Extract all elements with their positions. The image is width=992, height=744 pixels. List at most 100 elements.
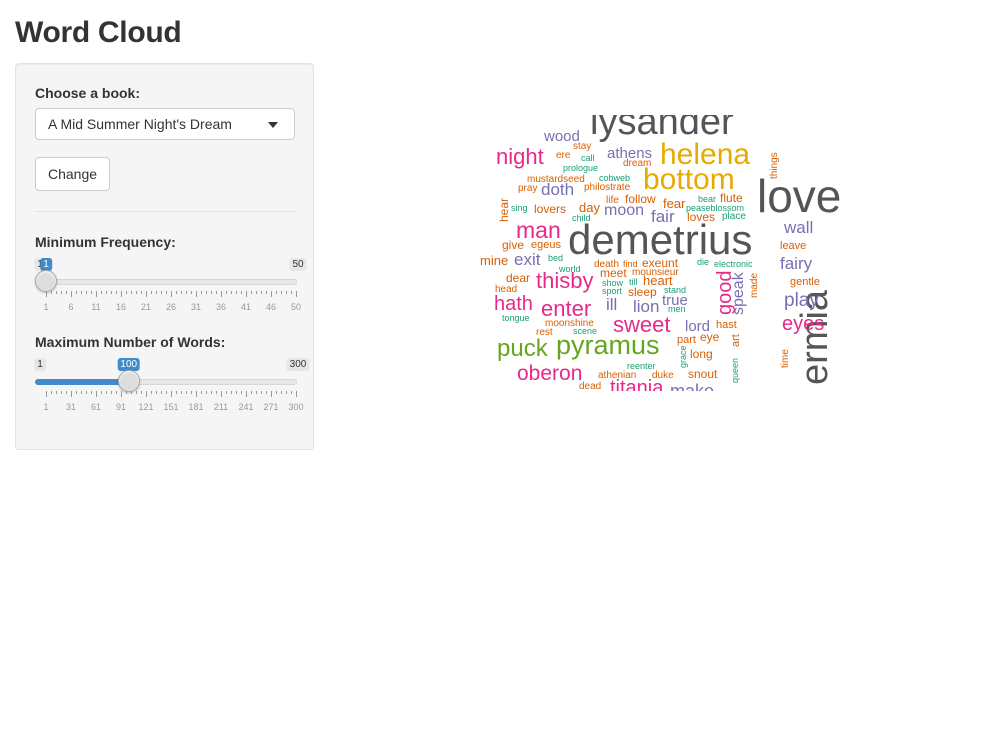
slider-min-bubble: 1 bbox=[34, 358, 46, 371]
slider-tick bbox=[161, 291, 162, 294]
slider-tick bbox=[166, 291, 167, 294]
slider-tick bbox=[71, 291, 72, 297]
slider-tick bbox=[51, 291, 52, 294]
word-cloud-word: gentle bbox=[790, 276, 820, 288]
slider-handle[interactable] bbox=[117, 370, 140, 392]
word-cloud-word: eyes bbox=[782, 313, 825, 335]
slider-tick bbox=[91, 391, 92, 394]
book-select-label: Choose a book: bbox=[35, 85, 141, 101]
word-cloud-word: titania bbox=[610, 377, 664, 391]
word-cloud-word: made bbox=[749, 272, 760, 298]
word-cloud-word: mine bbox=[480, 253, 509, 268]
word-cloud-word: tongue bbox=[502, 313, 530, 323]
slider-tick bbox=[176, 291, 177, 294]
slider-tick bbox=[181, 391, 182, 394]
min-frequency-label: Minimum Frequency: bbox=[35, 234, 176, 250]
slider-tick bbox=[276, 291, 277, 294]
slider-tick bbox=[261, 391, 262, 394]
slider-tick bbox=[76, 391, 77, 394]
word-cloud-word: hear bbox=[497, 197, 511, 222]
slider-tick bbox=[46, 391, 47, 397]
slider-tick bbox=[216, 391, 217, 394]
slider-tick bbox=[261, 291, 262, 294]
word-cloud-word: enter bbox=[541, 296, 592, 321]
slider-tick bbox=[236, 291, 237, 294]
slider-tick bbox=[226, 391, 227, 394]
slider-tick bbox=[171, 391, 172, 397]
slider-tick bbox=[191, 291, 192, 294]
slider-tick bbox=[221, 391, 222, 397]
slider-tick-label: 41 bbox=[240, 302, 252, 312]
slider-tick bbox=[91, 291, 92, 294]
slider-tick bbox=[206, 291, 207, 294]
word-cloud-word: ill bbox=[606, 295, 618, 314]
slider-tick-label: 241 bbox=[238, 402, 254, 412]
slider-tick-label: 181 bbox=[188, 402, 204, 412]
slider-tick bbox=[136, 291, 137, 294]
word-cloud-word: exit bbox=[514, 250, 541, 269]
slider-tick bbox=[286, 291, 287, 294]
slider-tick bbox=[86, 291, 87, 294]
slider-tick-label: 151 bbox=[163, 402, 179, 412]
slider-tick-label: 300 bbox=[288, 402, 304, 412]
slider-tick bbox=[96, 391, 97, 397]
divider bbox=[35, 211, 295, 212]
slider-tick bbox=[171, 291, 172, 297]
slider-handle[interactable] bbox=[35, 270, 57, 292]
slider-tick bbox=[81, 391, 82, 394]
slider-tick bbox=[61, 291, 62, 294]
slider-tick-label: 31 bbox=[65, 402, 77, 412]
slider-tick bbox=[226, 291, 227, 294]
slider-tick-label: 91 bbox=[115, 402, 127, 412]
slider-tick bbox=[271, 291, 272, 297]
min-frequency-slider[interactable]: 150116111621263136414650 bbox=[34, 258, 307, 318]
slider-tick bbox=[166, 391, 167, 394]
slider-tick bbox=[146, 291, 147, 297]
slider-tick bbox=[46, 291, 47, 297]
slider-tick bbox=[186, 291, 187, 294]
slider-tick bbox=[66, 291, 67, 294]
slider-tick bbox=[146, 391, 147, 397]
word-cloud-word: make bbox=[670, 381, 715, 391]
word-cloud-word: dear bbox=[506, 271, 531, 285]
word-cloud-word: electronic bbox=[714, 259, 753, 269]
slider-tick bbox=[116, 391, 117, 394]
word-cloud-word: die bbox=[697, 257, 710, 267]
word-cloud-word: puck bbox=[497, 335, 548, 362]
slider-tick bbox=[266, 391, 267, 394]
max-words-slider[interactable]: 1 300 100 1 31 61 91 121 151 181 211 241 271 300 bbox=[34, 358, 310, 418]
slider-tick bbox=[211, 391, 212, 394]
word-cloud-word: snout bbox=[688, 367, 718, 381]
slider-tick-label: 11 bbox=[91, 302, 101, 312]
slider-tick bbox=[276, 391, 277, 394]
slider-tick bbox=[296, 291, 297, 297]
slider-tick bbox=[131, 391, 132, 394]
slider-tick bbox=[56, 291, 57, 294]
slider-tick bbox=[256, 391, 257, 394]
slider-tick bbox=[231, 391, 232, 394]
word-cloud-word: fairy bbox=[780, 254, 813, 273]
word-cloud-word: call bbox=[581, 153, 595, 163]
word-cloud-word: long bbox=[690, 347, 713, 361]
book-select[interactable]: A Mid Summer Night's Dream bbox=[35, 108, 295, 140]
change-button[interactable]: Change bbox=[35, 157, 110, 191]
slider-tick bbox=[256, 291, 257, 294]
slider-tick bbox=[186, 391, 187, 394]
slider-tick-label: 31 bbox=[190, 302, 202, 312]
slider-tick bbox=[176, 391, 177, 394]
word-cloud-word: oberon bbox=[517, 362, 583, 385]
slider-track[interactable] bbox=[35, 279, 297, 285]
slider-tick bbox=[281, 291, 282, 294]
slider-tick bbox=[96, 291, 97, 297]
word-cloud-word: wall bbox=[784, 218, 814, 237]
slider-tick bbox=[156, 291, 157, 294]
slider-tick-label: 50 bbox=[290, 302, 302, 312]
slider-tick-label: 61 bbox=[90, 402, 102, 412]
slider-tick bbox=[151, 391, 152, 394]
slider-tick bbox=[241, 291, 242, 294]
slider-tick bbox=[281, 391, 282, 394]
slider-tick bbox=[121, 391, 122, 397]
slider-tick bbox=[111, 391, 112, 394]
slider-tick bbox=[251, 391, 252, 394]
slider-tick-label: 121 bbox=[138, 402, 154, 412]
